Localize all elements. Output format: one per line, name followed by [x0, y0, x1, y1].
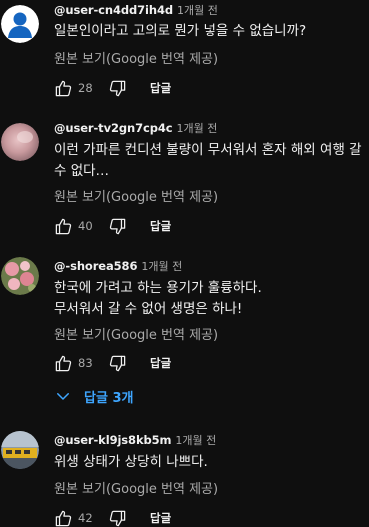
chevron-down-icon	[57, 393, 69, 400]
reply-button[interactable]: 답글	[150, 80, 171, 96]
like-count: 28	[78, 81, 93, 95]
thumbs-up-icon	[55, 218, 71, 234]
thumbs-down-icon	[109, 510, 125, 526]
thumbs-up-icon	[55, 355, 71, 371]
thumbs-down-icon	[109, 218, 125, 234]
like-button[interactable]	[52, 215, 74, 237]
avatar[interactable]	[1, 257, 39, 295]
thumbs-up-icon	[55, 80, 71, 96]
like-button[interactable]	[52, 507, 74, 527]
comment-text: 이런 가파른 컨디션 불량이 무서워서 혼자 해외 여행 갈 수 없다…	[54, 142, 362, 179]
like-count: 83	[78, 356, 93, 370]
see-original-link[interactable]: 원본 보기(Google 번역 제공)	[54, 478, 218, 497]
reply-button[interactable]: 답글	[150, 218, 171, 234]
comment-text-line-2: 무서워서 갈 수 없어 생명은 하나!	[54, 301, 243, 317]
see-original-link[interactable]: 원본 보기(Google 번역 제공)	[54, 324, 218, 343]
thumbs-down-icon	[109, 80, 125, 96]
train-avatar-icon	[1, 431, 39, 469]
comment-text: 위생 상태가 상당히 나쁘다.	[54, 454, 208, 470]
comment-time[interactable]: 1개월 전	[141, 258, 182, 274]
view-replies-button[interactable]: 답글 3개	[54, 384, 133, 408]
comment-text: 한국에 가려고 하는 용기가 훌륭하다. 무서워서 갈 수 없어 생명은 하나!	[54, 278, 364, 320]
comment-author[interactable]: @user-cn4dd7ih4d	[54, 3, 173, 17]
reply-button[interactable]: 답글	[150, 355, 171, 371]
thumbs-up-icon	[55, 510, 71, 526]
see-original-link[interactable]: 원본 보기(Google 번역 제공)	[54, 48, 218, 67]
dislike-button[interactable]	[106, 77, 128, 99]
like-button[interactable]	[52, 77, 74, 99]
comment-text-line-1: 한국에 가려고 하는 용기가 훌륭하다.	[54, 280, 262, 296]
thumbs-down-icon	[109, 355, 125, 371]
pink-blur-avatar-icon	[1, 123, 39, 161]
comment-time[interactable]: 1개월 전	[175, 432, 216, 448]
like-button[interactable]	[52, 352, 74, 374]
comment-time[interactable]: 1개월 전	[176, 120, 217, 136]
flower-avatar-icon	[1, 257, 39, 295]
reply-button[interactable]: 답글	[150, 510, 171, 526]
dislike-button[interactable]	[106, 352, 128, 374]
avatar[interactable]	[1, 123, 39, 161]
default-user-avatar-icon	[1, 5, 39, 43]
dislike-button[interactable]	[106, 215, 128, 237]
like-count: 42	[78, 511, 93, 525]
comment-text: 일본인이라고 고의로 뭔가 넣을 수 없습니까?	[54, 23, 307, 39]
see-original-link[interactable]: 원본 보기(Google 번역 제공)	[54, 186, 218, 205]
comment-time[interactable]: 1개월 전	[177, 2, 218, 18]
avatar[interactable]	[1, 431, 39, 469]
comment-author[interactable]: @user-tv2gn7cp4c	[54, 121, 173, 135]
dislike-button[interactable]	[106, 507, 128, 527]
avatar[interactable]	[1, 5, 39, 43]
like-count: 40	[78, 219, 93, 233]
replies-count-label: 답글 3개	[84, 390, 134, 406]
comment-author[interactable]: @user-kl9js8kb5m	[54, 433, 172, 447]
comment-author[interactable]: @-shorea586	[54, 259, 137, 273]
